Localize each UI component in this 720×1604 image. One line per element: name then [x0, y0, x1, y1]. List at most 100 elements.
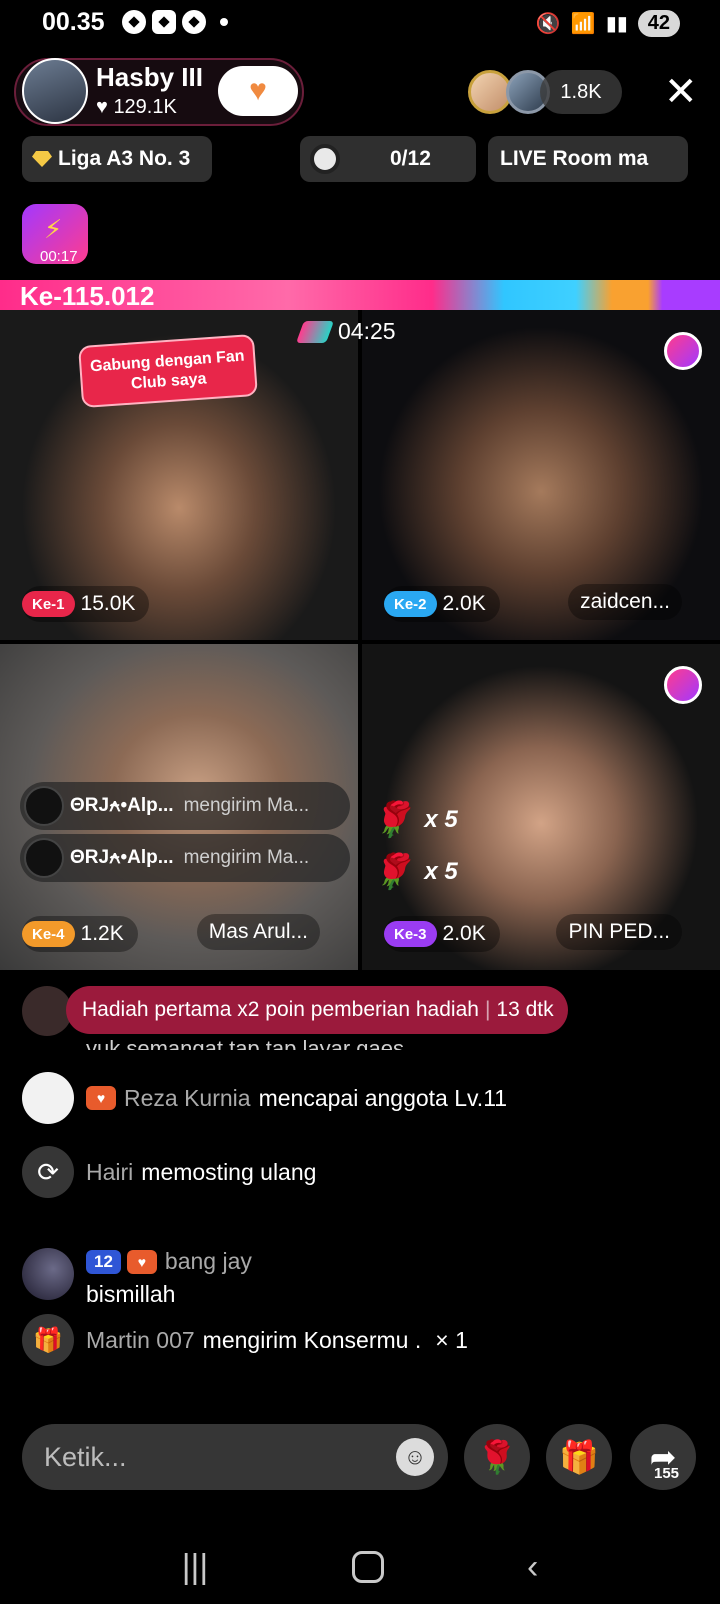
combo-count: x 5: [424, 858, 458, 885]
rose-gift-button[interactable]: 🌹: [464, 1424, 530, 1490]
system-nav-bar: ||| ‹: [0, 1530, 720, 1604]
status-left-icons: [122, 10, 228, 34]
tile-score: Ke-4 1.2K: [22, 916, 138, 952]
close-icon[interactable]: ✕: [664, 72, 698, 112]
rank-badge: Ke-4: [22, 921, 75, 947]
chat-username[interactable]: bang jay: [165, 1248, 252, 1275]
host-likes-count: 129.1K: [113, 96, 177, 118]
rose-icon: 🌹: [370, 801, 413, 839]
follow-count: 6: [264, 88, 272, 104]
league-chip[interactable]: Liga A3 No. 3: [22, 136, 212, 182]
sender-avatar: [24, 786, 64, 826]
chat-username[interactable]: Hairi: [86, 1159, 133, 1186]
signal-icon: ▮▮: [605, 13, 628, 35]
back-icon[interactable]: ‹: [527, 1548, 538, 1587]
gift-icon: 🎁: [559, 1439, 599, 1475]
fan-badge-icon: ♥: [86, 1086, 116, 1110]
battery-indicator: 42: [637, 10, 680, 37]
chat-header: 12 ♥ bang jay: [86, 1248, 260, 1275]
video-tile-2[interactable]: Ke-2 2.0K zaidcen...: [362, 310, 720, 640]
gift-sender: ΘRJ⍲•Alp...: [70, 795, 174, 816]
gift-bonus-notice[interactable]: Hadiah pertama x2 poin pemberian hadiah …: [66, 986, 568, 1034]
notice-separator: |: [484, 998, 491, 1021]
gift-icon: 🎁: [22, 1314, 74, 1366]
flash-icon: ⚡: [44, 214, 63, 244]
flash-icon[interactable]: [664, 666, 702, 704]
gift-timer-badge[interactable]: ⚡ 00:17: [22, 204, 88, 265]
soccer-ball-icon: [122, 10, 146, 34]
battle-progress-bar: Ke-115.012: [0, 280, 720, 311]
chat-username[interactable]: Martin 007: [86, 1327, 195, 1354]
battle-label: Ke-115.012: [20, 281, 155, 311]
battle-timer-value: 04:25: [338, 318, 396, 344]
score-value: 15.0K: [80, 592, 136, 615]
gift-timer: 00:17: [40, 248, 78, 265]
host-name[interactable]: Hasby III: [96, 62, 203, 93]
fan-badge-icon: ♥: [126, 1249, 157, 1274]
user-avatar[interactable]: [22, 1248, 74, 1300]
gift-button[interactable]: 🎁: [546, 1424, 612, 1490]
notice-avatar: [22, 986, 72, 1036]
chat-item[interactable]: 🎁 Martin 007 mengirim Konsermu . × 1: [22, 1314, 468, 1366]
gift-message: ΘRJ⍲•Alp... mengirim Ma...: [20, 834, 350, 882]
task-chip[interactable]: 0/12: [300, 136, 476, 182]
recent-apps-icon[interactable]: |||: [182, 1548, 209, 1587]
host-likes: ♥ 129.1K: [96, 96, 177, 119]
comment-input[interactable]: Ketik...: [22, 1424, 448, 1490]
gift-combo: 🌹 x 5: [370, 852, 458, 892]
heart-icon: ♥: [96, 96, 108, 118]
chat-item[interactable]: ⟳ Hairi memosting ulang: [22, 1146, 316, 1198]
chat-body: 12 ♥ bang jay bismillah: [86, 1248, 260, 1308]
chat-message: mengirim Konsermu .: [202, 1326, 422, 1353]
flash-icon[interactable]: [664, 332, 702, 370]
diamond-icon: [32, 151, 52, 167]
home-icon[interactable]: [351, 1551, 384, 1583]
gift-count: × 1: [435, 1326, 468, 1353]
user-avatar[interactable]: [22, 1072, 74, 1124]
score-value: 1.2K: [80, 922, 124, 945]
combo-count: x 5: [424, 806, 458, 833]
notice-countdown: 13 dtk: [496, 998, 554, 1021]
live-room-chip[interactable]: LIVE Room ma: [488, 136, 688, 182]
wifi-icon: 📶: [570, 13, 596, 35]
rose-icon: 🌹: [370, 853, 413, 891]
tile-username[interactable]: zaidcen...: [568, 584, 682, 620]
score-value: 2.0K: [442, 922, 486, 945]
clipped-comment: yuk semangat tap tap layar gaes: [86, 1036, 404, 1050]
chat-item[interactable]: ♥ Reza Kurnia mencapai anggota Lv.11: [22, 1072, 507, 1124]
viewer-count[interactable]: 1.8K: [540, 70, 622, 114]
notice-text: Hadiah pertama x2 poin pemberian hadiah: [82, 998, 479, 1021]
follow-button[interactable]: ♥ 6: [218, 66, 298, 116]
soccer-ball-icon: [152, 10, 176, 34]
mute-icon: 🔇: [535, 13, 561, 35]
gift-sender: ΘRJ⍲•Alp...: [70, 847, 174, 868]
repost-icon: ⟳: [22, 1146, 74, 1198]
chat-item[interactable]: 12 ♥ bang jay bismillah: [22, 1248, 260, 1308]
league-label: Liga A3 No. 3: [58, 147, 191, 170]
notification-dot-icon: [220, 18, 228, 26]
live-room-label: LIVE Room ma: [500, 147, 649, 170]
status-bar: 00.35 🔇 📶 ▮▮ 42: [0, 0, 720, 50]
gift-action: mengirim Ma...: [183, 795, 310, 816]
share-count: 155: [654, 1465, 680, 1482]
sender-avatar: [24, 838, 64, 878]
level-badge: 12: [86, 1249, 121, 1274]
battle-icon: [295, 320, 335, 343]
fan-club-banner[interactable]: Gabung dengan Fan Club saya: [78, 333, 258, 409]
chat-username[interactable]: Reza Kurnia: [124, 1085, 251, 1112]
tile-score: Ke-3 2.0K: [384, 916, 500, 952]
gift-message: ΘRJ⍲•Alp... mengirim Ma...: [20, 782, 350, 830]
host-avatar[interactable]: [22, 58, 88, 124]
tile-username[interactable]: Mas Arul...: [196, 914, 320, 950]
chat-message: bismillah: [86, 1281, 176, 1307]
task-progress: 0/12: [390, 147, 431, 170]
battle-timer: 04:25: [295, 318, 396, 345]
emoji-icon[interactable]: ☺: [396, 1438, 434, 1476]
rank-badge: Ke-1: [22, 591, 75, 617]
status-right-icons: 🔇 📶 ▮▮ 42: [536, 10, 680, 37]
panda-icon: [310, 144, 340, 174]
rank-badge: Ke-2: [384, 591, 437, 617]
status-time: 00.35: [42, 8, 105, 36]
chat-message: mencapai anggota Lv.11: [258, 1084, 508, 1111]
tile-username[interactable]: PIN PED...: [556, 914, 682, 950]
